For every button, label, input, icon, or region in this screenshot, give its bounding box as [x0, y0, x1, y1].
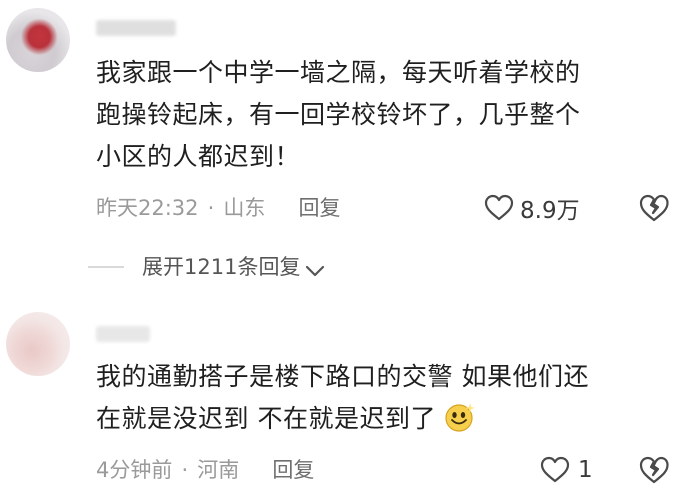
avatar[interactable] — [6, 312, 70, 376]
username-blurred[interactable] — [96, 20, 176, 38]
expand-replies-label: 展开1211条回复 — [142, 255, 301, 279]
like-count: 1 — [578, 457, 593, 483]
like-count: 8.9万 — [520, 198, 580, 224]
like-button[interactable]: 8.9万 — [484, 192, 580, 224]
expand-divider — [88, 266, 124, 268]
comment-location: 河南 — [197, 458, 240, 482]
heart-outline-icon — [540, 456, 570, 484]
comment-time: 昨天22:32 — [96, 196, 199, 220]
chevron-down-icon — [304, 259, 326, 277]
comment-meta: 昨天22:32 · 山东 回复 — [96, 193, 341, 223]
comment-time: 4分钟前 — [96, 458, 173, 482]
smile-emoji — [444, 401, 476, 433]
meta-separator: · — [181, 458, 189, 482]
username-blurred[interactable] — [96, 326, 150, 342]
reply-button[interactable]: 回复 — [272, 458, 314, 482]
broken-heart-icon[interactable] — [638, 193, 670, 223]
broken-heart-icon[interactable] — [638, 455, 670, 485]
heart-outline-icon — [484, 194, 514, 222]
expand-replies-button[interactable]: 展开1211条回复 — [142, 252, 326, 282]
comment-text: 我家跟一个中学一墙之隔，每天听着学校的 跑操铃起床，有一回学校铃坏了，几乎整个 … — [96, 58, 581, 171]
comment-text: 我的通勤搭子是楼下路口的交警 如果他们还 在就是没迟到 不在就是迟到了 — [96, 362, 589, 433]
like-button[interactable]: 1 — [540, 454, 593, 486]
comment-meta: 4分钟前 · 河南 回复 — [96, 455, 314, 485]
comment-location: 山东 — [223, 196, 266, 220]
meta-separator: · — [207, 196, 215, 220]
reply-button[interactable]: 回复 — [299, 196, 341, 220]
avatar[interactable] — [6, 8, 70, 72]
